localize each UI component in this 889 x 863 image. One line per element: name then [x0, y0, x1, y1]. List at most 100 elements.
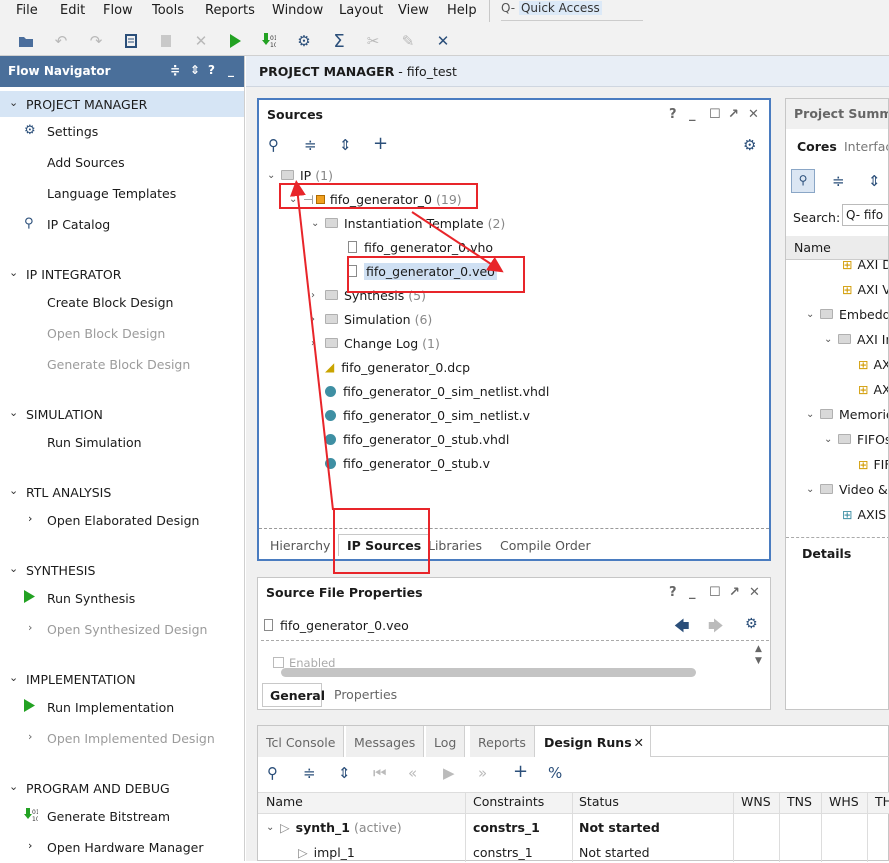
quick-access-search[interactable]: Q- Quick Access [501, 0, 643, 21]
menu-window[interactable]: Window [272, 3, 323, 18]
tab-design-runs[interactable]: Design Runs ✕ [536, 726, 651, 757]
menu-view[interactable]: View [398, 3, 429, 18]
tree-item-change-log[interactable]: › Change Log (1) [311, 332, 440, 354]
column-constraints[interactable]: Constraints [473, 794, 544, 809]
program-bitstream-icon[interactable]: 01 10 [258, 30, 280, 52]
nav-open-elaborated-design[interactable]: › Open Elaborated Design [0, 507, 244, 533]
next-icon[interactable]: » [478, 764, 487, 782]
disconnect-icon[interactable]: ✕ [432, 30, 454, 52]
section-project-manager[interactable]: ⌄ PROJECT MANAGER [0, 91, 244, 117]
nav-run-simulation[interactable]: Run Simulation [0, 429, 244, 455]
column-ths[interactable]: TH [875, 794, 889, 809]
nav-ip-catalog[interactable]: ⚲ IP Catalog [0, 211, 244, 237]
nav-open-synthesized-design[interactable]: › Open Synthesized Design [0, 616, 244, 642]
menu-reports[interactable]: Reports [205, 3, 255, 18]
core-row[interactable]: ⊞ AXI D [842, 253, 888, 275]
nav-open-block-design[interactable]: Open Block Design [0, 320, 244, 346]
add-icon[interactable]: + [513, 761, 528, 782]
gear-icon[interactable]: ⚙ [743, 136, 756, 154]
minimize-icon[interactable]: _ [689, 585, 696, 600]
maximize-icon[interactable]: ☐ [709, 107, 721, 122]
sigma-icon[interactable]: Σ [328, 30, 350, 52]
nav-create-block-design[interactable]: Create Block Design [0, 289, 244, 315]
tree-item-instantiation-template[interactable]: ⌄ Instantiation Template (2) [311, 212, 505, 234]
close-icon[interactable]: ✕ [749, 585, 760, 600]
help-icon[interactable]: ? [669, 107, 677, 122]
collapse-all-icon[interactable]: ≑ [303, 764, 316, 782]
gear-icon[interactable]: ⚙ [293, 30, 315, 52]
menu-layout[interactable]: Layout [339, 3, 383, 18]
minimize-icon[interactable]: _ [689, 107, 696, 122]
first-icon[interactable]: ⏮ [373, 764, 387, 782]
scroll-up-icon[interactable]: ▲ [755, 644, 762, 654]
tab-log[interactable]: Log [426, 726, 466, 757]
maximize-icon[interactable]: ☐ [709, 585, 721, 600]
forward-icon[interactable]: 🡆 [708, 616, 724, 641]
back-icon[interactable]: 🡄 [674, 616, 690, 641]
menu-edit[interactable]: Edit [60, 3, 85, 18]
core-folder-row[interactable]: ⌄AXI In [824, 328, 888, 350]
column-status[interactable]: Status [579, 794, 619, 809]
tab-hierarchy[interactable]: Hierarchy [270, 538, 330, 553]
collapse-all-icon[interactable]: ≑ [832, 172, 845, 190]
open-project-icon[interactable] [15, 30, 37, 52]
expand-all-icon[interactable]: ⇕ [868, 172, 881, 190]
tree-item-stub-vhdl[interactable]: fifo_generator_0_stub.vhdl [325, 428, 509, 450]
section-program-and-debug[interactable]: ⌄ PROGRAM AND DEBUG [0, 775, 244, 801]
section-simulation[interactable]: ⌄ SIMULATION [0, 401, 244, 427]
search-icon[interactable]: ⚲ [268, 136, 279, 154]
tab-compile-order[interactable]: Compile Order [500, 538, 591, 553]
column-tns[interactable]: TNS [787, 794, 812, 809]
column-whs[interactable]: WHS [829, 794, 859, 809]
previous-icon[interactable]: « [408, 764, 417, 782]
nav-open-implemented-design[interactable]: › Open Implemented Design [0, 725, 244, 751]
menu-file[interactable]: File [16, 3, 38, 18]
close-icon[interactable]: ✕ [748, 107, 759, 122]
core-row[interactable]: ⊞FIF [858, 453, 888, 475]
core-folder-row[interactable]: ⌄ Video & [806, 478, 888, 500]
section-rtl-analysis[interactable]: ⌄ RTL ANALYSIS [0, 479, 244, 505]
core-row[interactable]: ⊞ AX [858, 378, 888, 400]
collapse-all-icon[interactable]: ≑ [170, 63, 180, 77]
tab-interfaces[interactable]: Interfac [844, 139, 888, 154]
delete-icon[interactable]: ✕ [190, 30, 212, 52]
core-row[interactable]: ⊞AXI Vi [842, 278, 888, 300]
pen-icon[interactable]: ✎ [397, 30, 419, 52]
tree-item-dcp[interactable]: ◢ fifo_generator_0.dcp [325, 356, 470, 378]
tab-messages[interactable]: Messages [346, 726, 425, 757]
redo-icon[interactable]: ↷ [85, 30, 107, 52]
expand-all-icon[interactable]: ⇕ [339, 136, 352, 154]
search-icon[interactable]: ⚲ [791, 169, 815, 193]
menu-flow[interactable]: Flow [103, 3, 133, 18]
nav-generate-block-design[interactable]: Generate Block Design [0, 351, 244, 377]
tree-item-vho[interactable]: fifo_generator_0.vho [348, 236, 493, 258]
tab-reports[interactable]: Reports [470, 726, 535, 757]
close-icon[interactable]: ✕ [634, 735, 644, 750]
nav-add-sources[interactable]: Add Sources [0, 149, 244, 175]
column-name[interactable]: Name [266, 794, 303, 809]
scroll-down-icon[interactable]: ▼ [755, 656, 762, 666]
run-row-impl[interactable]: ▷ impl_1 [298, 841, 355, 863]
undo-icon[interactable]: ↶ [50, 30, 72, 52]
tab-cores[interactable]: Cores [797, 139, 837, 154]
search-icon[interactable]: ⚲ [267, 764, 278, 782]
core-row[interactable]: ⊞ AXIS [842, 503, 886, 525]
menu-help[interactable]: Help [447, 3, 477, 18]
debug-icon[interactable]: ✂ [362, 30, 384, 52]
percent-icon[interactable]: % [548, 764, 562, 782]
collapse-all-icon[interactable]: ≑ [304, 136, 317, 154]
tree-item-simulation[interactable]: › Simulation (6) [311, 308, 432, 330]
tree-item-sim-netlist-vhdl[interactable]: fifo_generator_0_sim_netlist.vhdl [325, 380, 549, 402]
column-wns[interactable]: WNS [741, 794, 771, 809]
add-icon[interactable]: + [373, 133, 388, 154]
run-icon[interactable] [224, 30, 246, 52]
section-ip-integrator[interactable]: ⌄ IP INTEGRATOR [0, 261, 244, 287]
core-folder-row[interactable]: ⌄ Embedd [806, 303, 888, 325]
tab-general[interactable]: General [262, 683, 325, 707]
nav-language-templates[interactable]: Language Templates [0, 180, 244, 206]
nav-generate-bitstream[interactable]: 01 10 Generate Bitstream [0, 803, 244, 829]
tree-item-stub-v[interactable]: fifo_generator_0_stub.v [325, 452, 490, 474]
menu-tools[interactable]: Tools [152, 3, 184, 18]
core-folder-row[interactable]: ⌄ FIFOs [824, 428, 888, 450]
project-summary-title[interactable]: Project Summary [786, 99, 888, 129]
